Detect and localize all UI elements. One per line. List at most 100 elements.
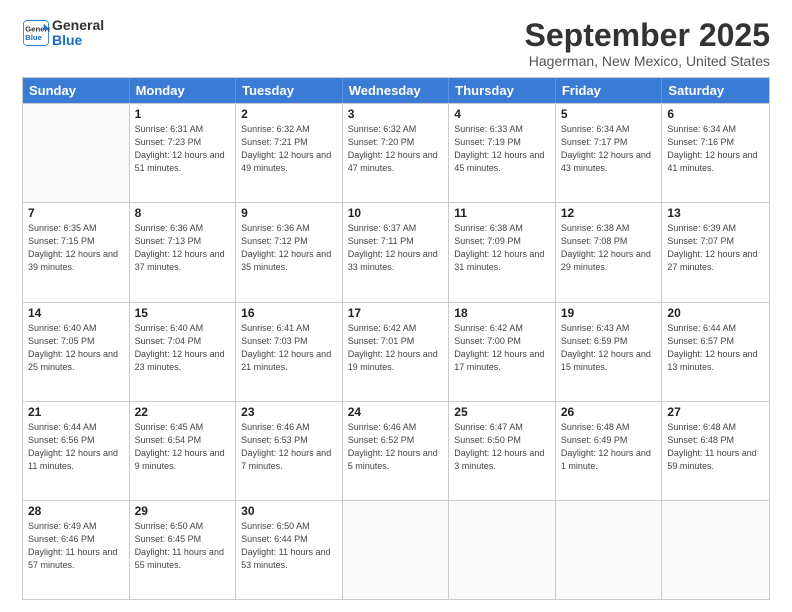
day-number: 14 [28, 306, 124, 320]
cal-cell-18: 18 Sunrise: 6:42 AMSunset: 7:00 PMDayligh… [449, 303, 556, 401]
day-info: Sunrise: 6:48 AMSunset: 6:48 PMDaylight:… [667, 421, 764, 473]
day-number: 29 [135, 504, 231, 518]
day-number: 18 [454, 306, 550, 320]
header: General Blue General Blue September 2025… [22, 18, 770, 69]
day-info: Sunrise: 6:46 AMSunset: 6:52 PMDaylight:… [348, 421, 444, 473]
day-number: 9 [241, 206, 337, 220]
location-subtitle: Hagerman, New Mexico, United States [525, 53, 770, 69]
cal-cell-30: 30 Sunrise: 6:50 AMSunset: 6:44 PMDayligh… [236, 501, 343, 599]
cal-cell-13: 13 Sunrise: 6:39 AMSunset: 7:07 PMDayligh… [662, 203, 769, 301]
day-number: 20 [667, 306, 764, 320]
cal-cell-empty-5 [556, 501, 663, 599]
day-info: Sunrise: 6:40 AMSunset: 7:05 PMDaylight:… [28, 322, 124, 374]
cal-cell-empty-6 [662, 501, 769, 599]
cal-cell-2: 2 Sunrise: 6:32 AMSunset: 7:21 PMDaylight… [236, 104, 343, 202]
day-number: 19 [561, 306, 657, 320]
day-number: 27 [667, 405, 764, 419]
cal-cell-21: 21Sunrise: 6:44 AMSunset: 6:56 PMDayligh… [23, 402, 130, 500]
day-number: 23 [241, 405, 337, 419]
day-number: 11 [454, 206, 550, 220]
day-info: Sunrise: 6:35 AMSunset: 7:15 PMDaylight:… [28, 222, 124, 274]
weekday-header-friday: Friday [556, 78, 663, 103]
day-number: 5 [561, 107, 657, 121]
cal-cell-11: 11 Sunrise: 6:38 AMSunset: 7:09 PMDayligh… [449, 203, 556, 301]
day-number: 12 [561, 206, 657, 220]
title-block: September 2025 Hagerman, New Mexico, Uni… [525, 18, 770, 69]
cal-cell-28: 28 Sunrise: 6:49 AMSunset: 6:46 PMDayligh… [23, 501, 130, 599]
cal-cell-22: 22Sunrise: 6:45 AMSunset: 6:54 PMDayligh… [130, 402, 237, 500]
cal-cell-9: 9 Sunrise: 6:36 AMSunset: 7:12 PMDaylight… [236, 203, 343, 301]
day-number: 21 [28, 405, 124, 419]
day-number: 30 [241, 504, 337, 518]
day-info: Sunrise: 6:48 AMSunset: 6:49 PMDaylight:… [561, 421, 657, 473]
calendar-row-4: 28 Sunrise: 6:49 AMSunset: 6:46 PMDayligh… [23, 500, 769, 599]
cal-cell-6: 6 Sunrise: 6:34 AMSunset: 7:16 PMDaylight… [662, 104, 769, 202]
logo-blue: Blue [52, 33, 104, 48]
logo: General Blue General Blue [22, 18, 104, 49]
day-number: 22 [135, 405, 231, 419]
cal-cell-27: 27 Sunrise: 6:48 AMSunset: 6:48 PMDayligh… [662, 402, 769, 500]
cal-cell-12: 12 Sunrise: 6:38 AMSunset: 7:08 PMDayligh… [556, 203, 663, 301]
cal-cell-17: 17Sunrise: 6:42 AMSunset: 7:01 PMDayligh… [343, 303, 450, 401]
day-number: 16 [241, 306, 337, 320]
cal-cell-3: 3 Sunrise: 6:32 AMSunset: 7:20 PMDaylight… [343, 104, 450, 202]
day-info: Sunrise: 6:46 AMSunset: 6:53 PMDaylight:… [241, 421, 337, 473]
month-title: September 2025 [525, 18, 770, 53]
weekday-header-monday: Monday [130, 78, 237, 103]
weekday-header-thursday: Thursday [449, 78, 556, 103]
cal-cell-10: 10 Sunrise: 6:37 AMSunset: 7:11 PMDayligh… [343, 203, 450, 301]
calendar-body: 1 Sunrise: 6:31 AMSunset: 7:23 PMDaylight… [23, 103, 769, 599]
cal-cell-7: 7 Sunrise: 6:35 AMSunset: 7:15 PMDaylight… [23, 203, 130, 301]
page: General Blue General Blue September 2025… [0, 0, 792, 612]
day-info: Sunrise: 6:49 AMSunset: 6:46 PMDaylight:… [28, 520, 124, 572]
cal-cell-5: 5 Sunrise: 6:34 AMSunset: 7:17 PMDaylight… [556, 104, 663, 202]
weekday-header-saturday: Saturday [662, 78, 769, 103]
cal-cell-1: 1 Sunrise: 6:31 AMSunset: 7:23 PMDaylight… [130, 104, 237, 202]
cal-cell-empty-3 [343, 501, 450, 599]
cal-cell-empty-0 [23, 104, 130, 202]
day-info: Sunrise: 6:39 AMSunset: 7:07 PMDaylight:… [667, 222, 764, 274]
day-info: Sunrise: 6:41 AMSunset: 7:03 PMDaylight:… [241, 322, 337, 374]
day-info: Sunrise: 6:36 AMSunset: 7:12 PMDaylight:… [241, 222, 337, 274]
day-info: Sunrise: 6:31 AMSunset: 7:23 PMDaylight:… [135, 123, 231, 175]
cal-cell-empty-4 [449, 501, 556, 599]
day-number: 4 [454, 107, 550, 121]
logo-icon: General Blue [22, 19, 50, 47]
logo-general: General [52, 18, 104, 33]
calendar-header: SundayMondayTuesdayWednesdayThursdayFrid… [23, 78, 769, 103]
day-info: Sunrise: 6:44 AMSunset: 6:57 PMDaylight:… [667, 322, 764, 374]
day-info: Sunrise: 6:42 AMSunset: 7:00 PMDaylight:… [454, 322, 550, 374]
day-info: Sunrise: 6:38 AMSunset: 7:09 PMDaylight:… [454, 222, 550, 274]
cal-cell-15: 15Sunrise: 6:40 AMSunset: 7:04 PMDayligh… [130, 303, 237, 401]
day-info: Sunrise: 6:43 AMSunset: 6:59 PMDaylight:… [561, 322, 657, 374]
day-info: Sunrise: 6:32 AMSunset: 7:21 PMDaylight:… [241, 123, 337, 175]
day-info: Sunrise: 6:36 AMSunset: 7:13 PMDaylight:… [135, 222, 231, 274]
day-info: Sunrise: 6:38 AMSunset: 7:08 PMDaylight:… [561, 222, 657, 274]
day-number: 2 [241, 107, 337, 121]
calendar-row-0: 1 Sunrise: 6:31 AMSunset: 7:23 PMDaylight… [23, 103, 769, 202]
cal-cell-25: 25Sunrise: 6:47 AMSunset: 6:50 PMDayligh… [449, 402, 556, 500]
day-number: 1 [135, 107, 231, 121]
cal-cell-23: 23 Sunrise: 6:46 AMSunset: 6:53 PMDayligh… [236, 402, 343, 500]
day-info: Sunrise: 6:47 AMSunset: 6:50 PMDaylight:… [454, 421, 550, 473]
day-number: 7 [28, 206, 124, 220]
day-info: Sunrise: 6:32 AMSunset: 7:20 PMDaylight:… [348, 123, 444, 175]
day-info: Sunrise: 6:33 AMSunset: 7:19 PMDaylight:… [454, 123, 550, 175]
day-info: Sunrise: 6:50 AMSunset: 6:44 PMDaylight:… [241, 520, 337, 572]
cal-cell-4: 4 Sunrise: 6:33 AMSunset: 7:19 PMDaylight… [449, 104, 556, 202]
cal-cell-29: 29 Sunrise: 6:50 AMSunset: 6:45 PMDayligh… [130, 501, 237, 599]
day-info: Sunrise: 6:34 AMSunset: 7:17 PMDaylight:… [561, 123, 657, 175]
day-info: Sunrise: 6:50 AMSunset: 6:45 PMDaylight:… [135, 520, 231, 572]
day-number: 10 [348, 206, 444, 220]
day-number: 17 [348, 306, 444, 320]
day-info: Sunrise: 6:34 AMSunset: 7:16 PMDaylight:… [667, 123, 764, 175]
day-number: 6 [667, 107, 764, 121]
day-number: 28 [28, 504, 124, 518]
day-number: 15 [135, 306, 231, 320]
weekday-header-sunday: Sunday [23, 78, 130, 103]
day-info: Sunrise: 6:37 AMSunset: 7:11 PMDaylight:… [348, 222, 444, 274]
day-number: 8 [135, 206, 231, 220]
day-number: 13 [667, 206, 764, 220]
day-number: 26 [561, 405, 657, 419]
day-number: 3 [348, 107, 444, 121]
